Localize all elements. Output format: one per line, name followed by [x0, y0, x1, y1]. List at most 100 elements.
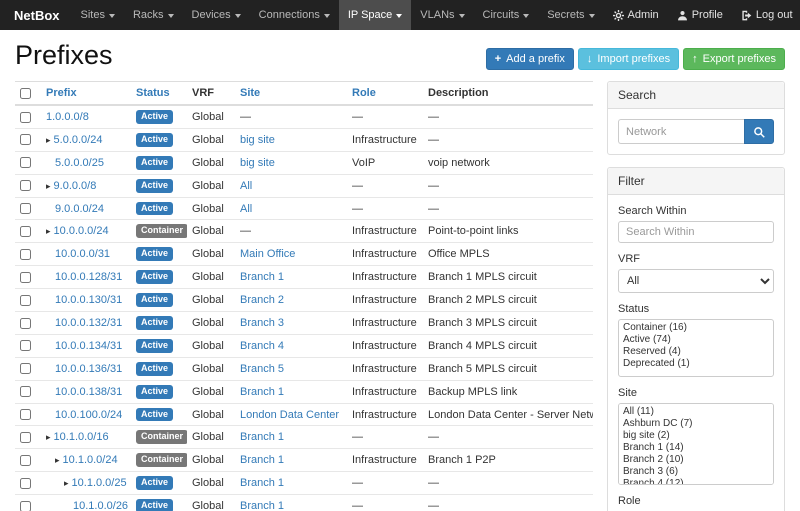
prefix-link[interactable]: 10.0.0.0/31	[55, 248, 110, 260]
row-checkbox[interactable]	[20, 501, 31, 511]
row-checkbox[interactable]	[20, 134, 31, 145]
row-checkbox[interactable]	[20, 157, 31, 168]
row-checkbox[interactable]	[20, 363, 31, 374]
row-checkbox[interactable]	[20, 249, 31, 260]
row-checkbox[interactable]	[20, 226, 31, 237]
row-checkbox[interactable]	[20, 272, 31, 283]
row-checkbox[interactable]	[20, 295, 31, 306]
site-link[interactable]: Branch 1	[240, 271, 284, 283]
column-header-site[interactable]: Site	[240, 87, 260, 99]
expand-arrow-icon[interactable]: ▸	[64, 478, 69, 488]
nav-item-devices[interactable]: Devices	[183, 0, 250, 30]
prefix-link[interactable]: 10.1.0.0/16	[54, 431, 109, 443]
brand-logo[interactable]: NetBox	[8, 0, 72, 30]
row-checkbox[interactable]	[20, 340, 31, 351]
prefix-link[interactable]: 9.0.0.0/8	[54, 180, 97, 192]
status-badge: Active	[136, 316, 173, 330]
column-header-role[interactable]: Role	[352, 87, 376, 99]
prefix-link[interactable]: 10.0.0.128/31	[55, 271, 122, 283]
prefix-link[interactable]: 10.0.0.0/24	[54, 225, 109, 237]
site-link[interactable]: big site	[240, 157, 275, 169]
nav-item-racks[interactable]: Racks	[124, 0, 183, 30]
search-input[interactable]	[618, 119, 744, 144]
description-cell: —	[423, 197, 593, 220]
site-link[interactable]: big site	[240, 134, 275, 146]
site-link[interactable]: Branch 4	[240, 340, 284, 352]
prefix-link[interactable]: 10.1.0.0/25	[72, 477, 127, 489]
row-checkbox[interactable]	[20, 318, 31, 329]
expand-arrow-icon[interactable]: ▸	[55, 455, 60, 465]
search-within-input[interactable]	[618, 221, 774, 243]
nav-item-vlans[interactable]: VLANs	[411, 0, 473, 30]
prefix-link[interactable]: 1.0.0.0/8	[46, 111, 89, 123]
prefix-table: Prefix Status VRF Site Role Description …	[15, 81, 593, 511]
vrf-select[interactable]: All	[618, 269, 774, 293]
prefix-link[interactable]: 10.1.0.0/26	[73, 500, 128, 511]
site-link[interactable]: Branch 2	[240, 294, 284, 306]
expand-arrow-icon[interactable]: ▸	[46, 135, 51, 145]
prefix-link[interactable]: 10.0.0.132/31	[55, 317, 122, 329]
site-link[interactable]: Branch 1	[240, 431, 284, 443]
filter-option[interactable]: Branch 4 (12)	[621, 478, 771, 485]
prefix-link[interactable]: 10.0.0.134/31	[55, 340, 122, 352]
filter-option[interactable]: Branch 3 (6)	[621, 466, 771, 478]
site-link[interactable]: Branch 5	[240, 363, 284, 375]
site-link[interactable]: All	[240, 180, 252, 192]
row-checkbox[interactable]	[20, 112, 31, 123]
prefix-link[interactable]: 10.0.0.130/31	[55, 294, 122, 306]
row-checkbox[interactable]	[20, 478, 31, 489]
filter-option[interactable]: Active (74)	[621, 334, 771, 346]
prefix-link[interactable]: 10.0.100.0/24	[55, 409, 122, 421]
column-header-prefix[interactable]: Prefix	[46, 87, 77, 99]
site-link[interactable]: Branch 1	[240, 500, 284, 511]
select-all-checkbox[interactable]	[20, 88, 31, 99]
site-link[interactable]: All	[240, 203, 252, 215]
role-cell: Infrastructure	[347, 449, 423, 472]
export-prefixes-button[interactable]: ↑ Export prefixes	[683, 48, 785, 70]
nav-item-circuits[interactable]: Circuits	[474, 0, 539, 30]
import-prefixes-button[interactable]: ↓ Import prefixes	[578, 48, 679, 70]
filter-option[interactable]: big site (2)	[621, 430, 771, 442]
prefix-link[interactable]: 10.0.0.138/31	[55, 386, 122, 398]
filter-option[interactable]: Reserved (4)	[621, 346, 771, 358]
nav-item-logout[interactable]: Log out	[732, 0, 800, 30]
prefix-link[interactable]: 10.1.0.0/24	[63, 454, 118, 466]
site-link[interactable]: Branch 1	[240, 386, 284, 398]
site-link[interactable]: Branch 3	[240, 317, 284, 329]
expand-arrow-icon[interactable]: ▸	[46, 181, 51, 191]
site-link[interactable]: Main Office	[240, 248, 295, 260]
add-prefix-button[interactable]: + Add a prefix	[486, 48, 574, 70]
main-column: Prefix Status VRF Site Role Description …	[15, 81, 593, 511]
filter-option[interactable]: All (11)	[621, 406, 771, 418]
expand-arrow-icon[interactable]: ▸	[46, 432, 51, 442]
expand-arrow-icon[interactable]: ▸	[46, 226, 51, 236]
prefix-link[interactable]: 10.0.0.136/31	[55, 363, 122, 375]
row-checkbox[interactable]	[20, 203, 31, 214]
filter-option[interactable]: Ashburn DC (7)	[621, 418, 771, 430]
row-checkbox[interactable]	[20, 432, 31, 443]
filter-option[interactable]: Branch 2 (10)	[621, 454, 771, 466]
row-checkbox[interactable]	[20, 409, 31, 420]
nav-item-admin[interactable]: Admin	[604, 0, 668, 30]
row-checkbox[interactable]	[20, 386, 31, 397]
nav-item-secrets[interactable]: Secrets	[538, 0, 603, 30]
filter-status-select[interactable]: Container (16)Active (74)Reserved (4)Dep…	[618, 319, 774, 377]
prefix-link[interactable]: 5.0.0.0/24	[54, 134, 103, 146]
filter-option[interactable]: Branch 1 (14)	[621, 442, 771, 454]
site-link[interactable]: Branch 1	[240, 477, 284, 489]
site-link[interactable]: London Data Center	[240, 409, 339, 421]
prefix-link[interactable]: 9.0.0.0/24	[55, 203, 104, 215]
nav-item-sites[interactable]: Sites	[72, 0, 124, 30]
filter-option[interactable]: Deprecated (1)	[621, 358, 771, 370]
row-checkbox[interactable]	[20, 455, 31, 466]
column-header-status[interactable]: Status	[136, 87, 170, 99]
search-button[interactable]	[744, 119, 774, 144]
nav-item-ip-space[interactable]: IP Space	[339, 0, 411, 30]
nav-item-profile[interactable]: Profile	[668, 0, 732, 30]
prefix-link[interactable]: 5.0.0.0/25	[55, 157, 104, 169]
site-link[interactable]: Branch 1	[240, 454, 284, 466]
filter-site-select[interactable]: All (11)Ashburn DC (7)big site (2)Branch…	[618, 403, 774, 485]
nav-item-connections[interactable]: Connections	[250, 0, 339, 30]
filter-option[interactable]: Container (16)	[621, 322, 771, 334]
row-checkbox[interactable]	[20, 180, 31, 191]
